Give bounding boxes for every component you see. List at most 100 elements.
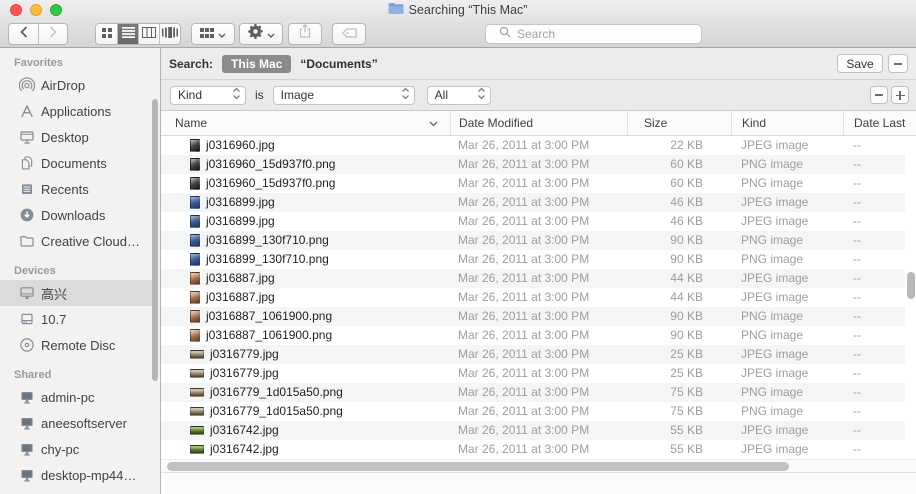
content-pane: Search: This Mac “Documents” Save Kind i… [161,48,916,494]
scope-this-mac-button[interactable]: This Mac [222,55,291,73]
minus-icon [894,63,902,65]
horizontal-scrollbar-thumb[interactable] [167,462,789,471]
column-header-kind[interactable]: Kind [731,111,843,135]
scope-documents-button[interactable]: “Documents” [300,57,377,71]
file-date-last: -- [843,269,905,288]
attribute-dropdown[interactable]: Kind [170,86,246,105]
list-view-button[interactable] [117,24,138,44]
column-header-size[interactable]: Size [627,111,731,135]
table-row[interactable]: j0316887_1061900.pngMar 26, 2011 at 3:00… [161,326,905,345]
applications-icon [18,103,35,120]
sidebar-item-aneesoftserver[interactable]: aneesoftserver [0,410,160,436]
tag-button[interactable] [332,23,366,45]
folder-icon [18,233,35,250]
file-size: 90 KB [627,307,731,326]
column-header-name-label: Name [175,111,207,135]
table-row[interactable]: j0316779.jpgMar 26, 2011 at 3:00 PM25 KB… [161,364,905,383]
file-kind: JPEG image [731,136,843,155]
table-row[interactable]: j0316887.jpgMar 26, 2011 at 3:00 PM44 KB… [161,269,905,288]
remove-search-button[interactable] [888,54,908,73]
table-row[interactable]: j0316899_130f710.pngMar 26, 2011 at 3:00… [161,250,905,269]
file-kind: PNG image [731,326,843,345]
sidebar-item-downloads[interactable]: Downloads [0,202,160,228]
photo-dark-icon [190,177,200,190]
sidebar-item-creative-cloud[interactable]: Creative Cloud… [0,228,160,254]
sidebar-section: Sharedadmin-pcaneesoftserverchy-pcdeskto… [0,369,160,488]
save-button[interactable]: Save [837,54,883,73]
sidebar-section-title: Favorites [0,57,160,69]
sidebar-item-documents[interactable]: Documents [0,150,160,176]
table-row[interactable]: j0316960.jpgMar 26, 2011 at 3:00 PM22 KB… [161,136,905,155]
file-date-modified: Mar 26, 2011 at 3:00 PM [450,326,627,345]
sidebar-item-10-7[interactable]: 10.7 [0,306,160,332]
pc-icon [18,389,35,406]
chevron-down-icon [218,25,226,43]
file-date-last: -- [843,136,905,155]
file-date-last: -- [843,383,905,402]
share-button[interactable] [288,23,322,45]
photo-tan-wide-icon [190,369,204,378]
table-row[interactable]: j0316779_1d015a50.pngMar 26, 2011 at 3:0… [161,383,905,402]
attribute-dropdown-value: Kind [178,88,232,102]
file-kind: JPEG image [731,288,843,307]
file-date-modified: Mar 26, 2011 at 3:00 PM [450,136,627,155]
sidebar-item-remote-disc[interactable]: Remote Disc [0,332,160,358]
column-header-name[interactable]: Name [161,111,450,135]
table-row[interactable]: j0316899.jpgMar 26, 2011 at 3:00 PM46 KB… [161,212,905,231]
table-row[interactable]: j0316887_1061900.pngMar 26, 2011 at 3:00… [161,307,905,326]
sidebar-item-desktop[interactable]: Desktop [0,124,160,150]
subtype-dropdown[interactable]: All [427,86,491,105]
sidebar-scrollbar-thumb[interactable] [152,99,158,381]
sidebar-item-chy-pc[interactable]: chy-pc [0,436,160,462]
file-size: 22 KB [627,136,731,155]
search-scope-bar: Search: This Mac “Documents” Save [161,48,916,80]
sidebar-item-airdrop[interactable]: AirDrop [0,72,160,98]
arrange-button[interactable] [191,23,235,45]
zoom-button[interactable] [50,4,62,16]
close-button[interactable] [10,4,22,16]
vertical-scrollbar-thumb[interactable] [907,272,915,299]
column-header-date-last[interactable]: Date Last [843,111,916,135]
table-row[interactable]: j0316899_130f710.pngMar 26, 2011 at 3:00… [161,231,905,250]
sidebar-item-admin-pc[interactable]: admin-pc [0,384,160,410]
coverflow-view-button[interactable] [159,24,180,44]
file-name: j0316960_15d937f0.png [206,155,335,174]
table-row[interactable]: j0316779_1d015a50.pngMar 26, 2011 at 3:0… [161,402,905,421]
sidebar-item-recents[interactable]: Recents [0,176,160,202]
icon-view-button[interactable] [96,24,117,44]
table-row[interactable]: j0316887.jpgMar 26, 2011 at 3:00 PM44 KB… [161,288,905,307]
remove-criterion-button[interactable] [870,86,888,104]
table-row[interactable]: j0316779.jpgMar 26, 2011 at 3:00 PM25 KB… [161,345,905,364]
back-button[interactable] [9,24,38,44]
table-row[interactable]: j0316960_15d937f0.pngMar 26, 2011 at 3:0… [161,155,905,174]
file-date-modified: Mar 26, 2011 at 3:00 PM [450,288,627,307]
table-row[interactable]: j0316742.jpgMar 26, 2011 at 3:00 PM55 KB… [161,421,905,440]
sidebar-item-applications[interactable]: Applications [0,98,160,124]
table-row[interactable]: j0316960_15d937f0.pngMar 26, 2011 at 3:0… [161,174,905,193]
sidebar-item-label: Recents [41,182,89,197]
view-mode-control [95,23,181,45]
column-view-button[interactable] [138,24,159,44]
sidebar-item-label: desktop-mp44… [41,468,136,483]
sidebar-item-desktop-mp44[interactable]: desktop-mp44… [0,462,160,488]
file-size: 46 KB [627,193,731,212]
operator-label: is [255,88,264,102]
add-criterion-button[interactable] [891,86,909,104]
sidebar-item-item[interactable]: 高兴 [0,280,152,306]
kind-value-dropdown[interactable]: Image [273,86,415,105]
file-size: 90 KB [627,326,731,345]
table-row[interactable]: j0316899.jpgMar 26, 2011 at 3:00 PM46 KB… [161,193,905,212]
column-header-date-modified[interactable]: Date Modified [450,111,627,135]
forward-button[interactable] [38,24,67,44]
documents-icon [18,155,35,172]
file-date-last: -- [843,231,905,250]
kind-value-dropdown-value: Image [281,88,401,102]
file-date-modified: Mar 26, 2011 at 3:00 PM [450,193,627,212]
toolbar-search-field[interactable] [485,24,702,44]
search-input[interactable] [515,26,675,42]
table-row[interactable]: j0316742.jpgMar 26, 2011 at 3:00 PM55 KB… [161,440,905,459]
file-date-modified: Mar 26, 2011 at 3:00 PM [450,402,627,421]
minimize-button[interactable] [30,4,42,16]
action-menu-button[interactable] [239,23,283,45]
file-date-last: -- [843,212,905,231]
